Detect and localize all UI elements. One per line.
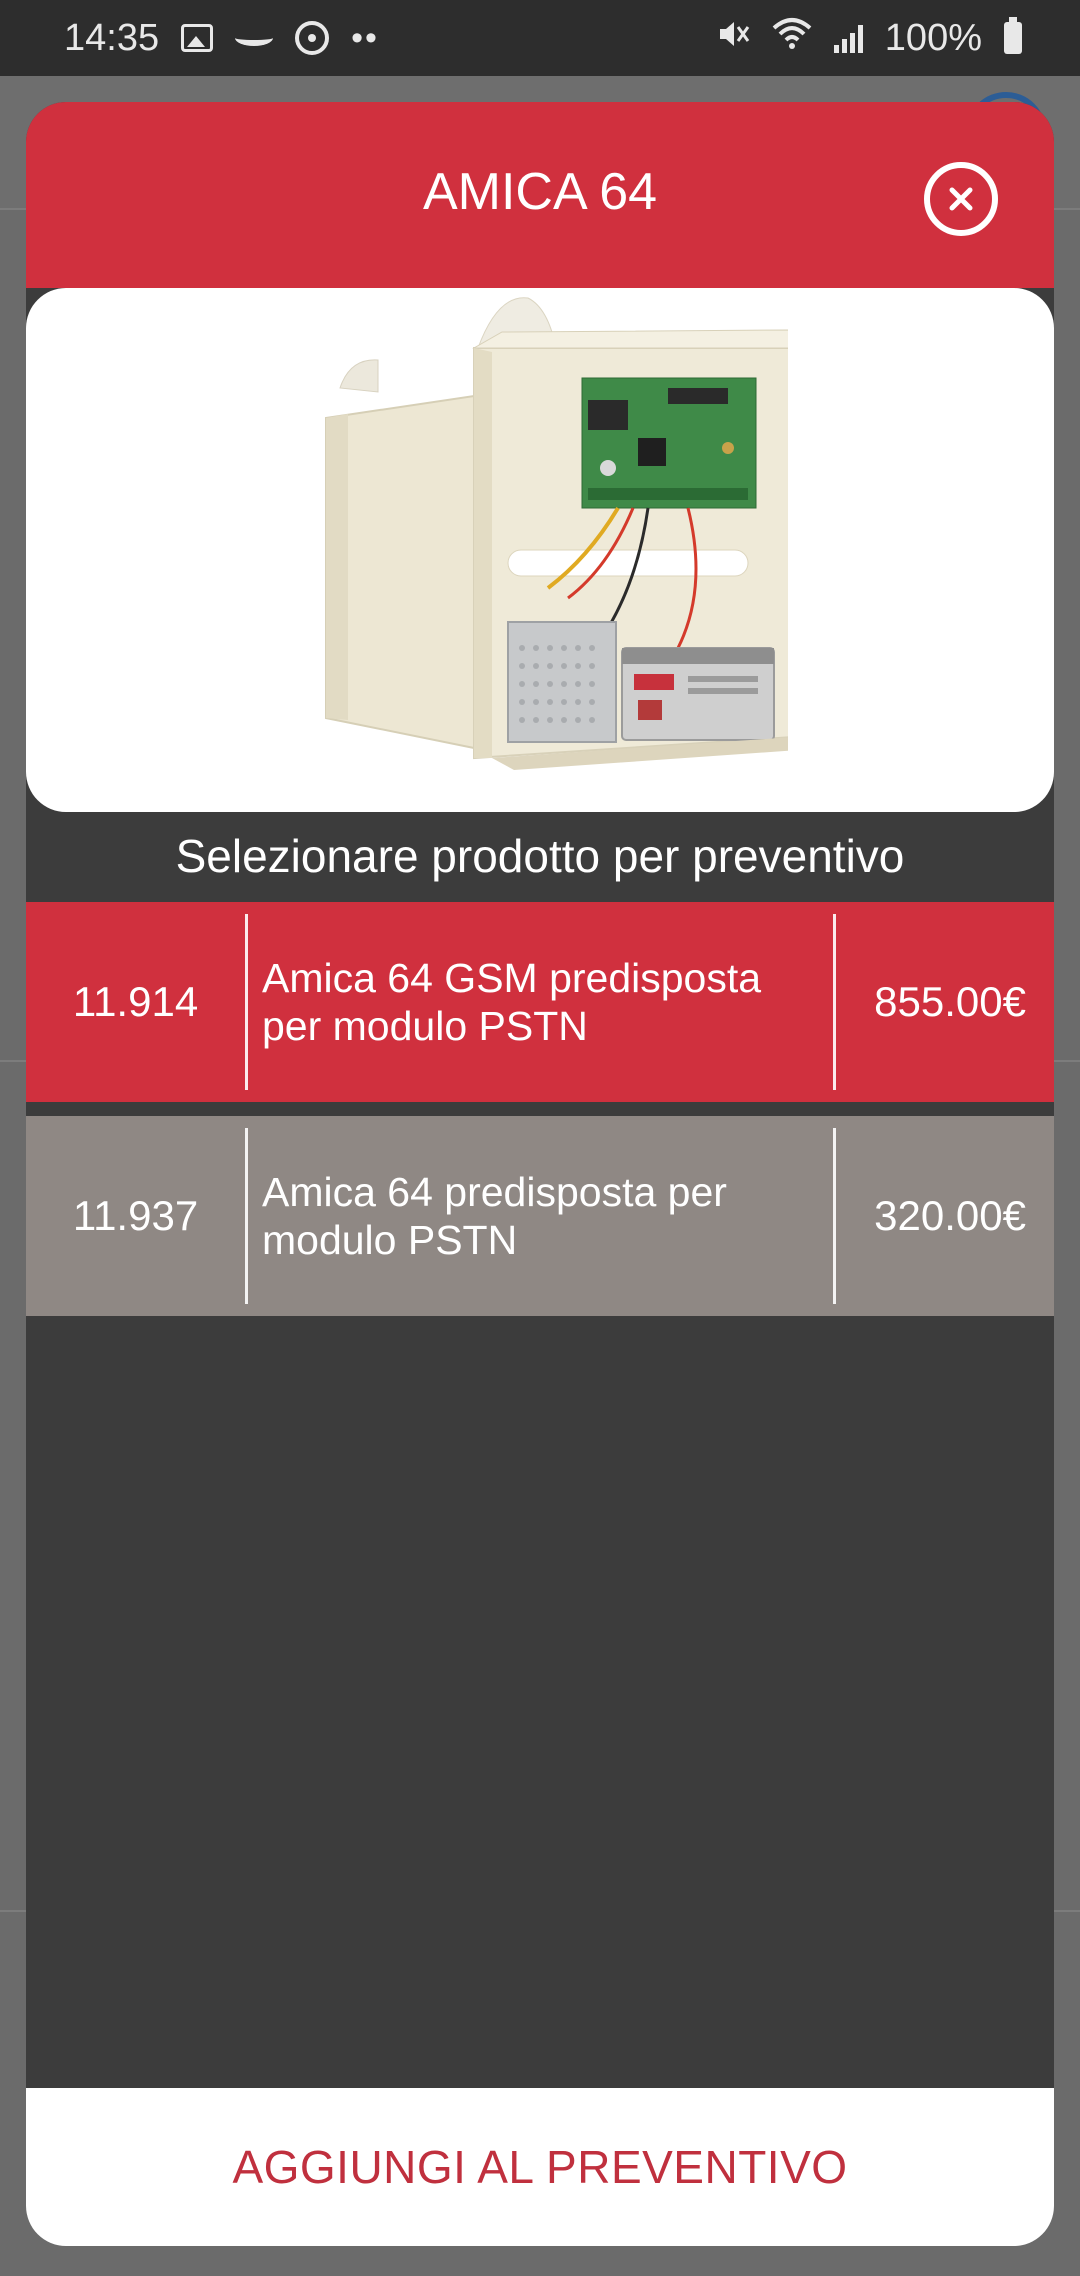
section-heading: Selezionare prodotto per preventivo xyxy=(175,830,905,882)
status-left: 14:35 •• xyxy=(64,17,379,60)
wifi-icon xyxy=(772,16,812,60)
status-right: 100% xyxy=(716,16,1022,60)
battery-percent: 100% xyxy=(884,16,982,59)
dots-icon: •• xyxy=(351,19,379,57)
add-to-quote-button[interactable]: AGGIUNGI AL PREVENTIVO xyxy=(26,2088,1054,2246)
status-time: 14:35 xyxy=(64,16,160,59)
product-code: 11.937 xyxy=(72,1192,199,1239)
product-description: Amica 64 GSM predisposta per modulo PSTN xyxy=(245,914,836,1090)
status-bar: 14:35 •• 100% xyxy=(0,0,1080,76)
circle-dot-icon xyxy=(295,21,330,55)
close-icon xyxy=(949,187,973,211)
mute-icon xyxy=(716,17,750,60)
product-modal: AMICA 64 Selezionare prodotto per preven… xyxy=(26,102,1054,2246)
close-button[interactable] xyxy=(924,162,998,236)
product-image xyxy=(26,288,1054,812)
modal-title: AMICA 64 xyxy=(422,163,658,221)
bird-icon xyxy=(235,30,274,46)
battery-icon xyxy=(1004,17,1022,54)
product-description: Amica 64 predisposta per modulo PSTN xyxy=(245,1128,836,1304)
product-price: 855.00€ xyxy=(874,978,1026,1025)
modal-header: AMICA 64 xyxy=(26,102,1054,288)
signal-icon xyxy=(833,23,863,53)
product-option-row[interactable]: 11.914 Amica 64 GSM predisposta per modu… xyxy=(26,902,1054,1102)
alarm-panel-illustration xyxy=(325,297,788,770)
product-price: 320.00€ xyxy=(874,1192,1026,1239)
gallery-icon xyxy=(181,24,214,52)
product-option-row[interactable]: 11.937 Amica 64 predisposta per modulo P… xyxy=(26,1116,1054,1316)
product-code: 11.914 xyxy=(72,978,199,1025)
